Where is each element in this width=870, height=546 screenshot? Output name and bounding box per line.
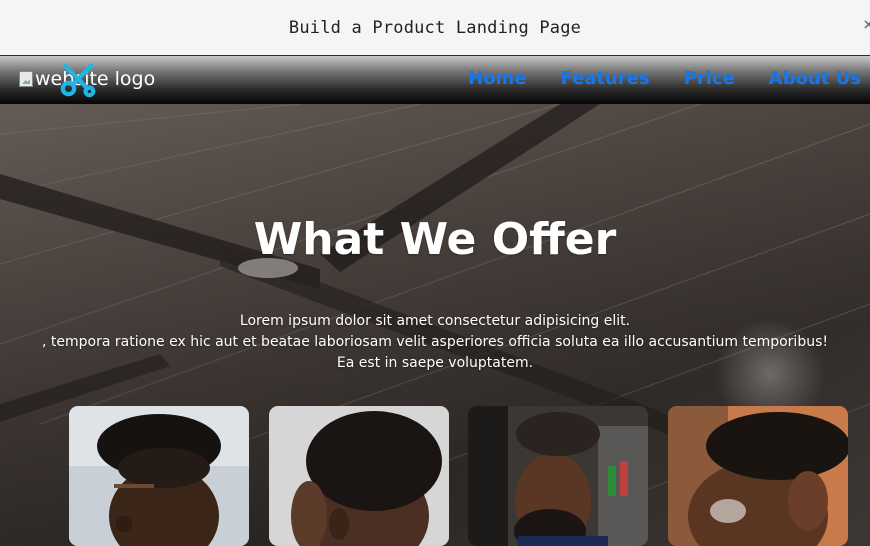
offer-cards [69,406,849,546]
hero-section: What We Offer Lorem ipsum dolor sit amet… [0,104,870,546]
nav-link-price[interactable]: Price [684,68,735,89]
scissors-icon [60,63,96,98]
nav-links: Home Features Price About Us [468,68,861,89]
haircut-photo-2[interactable] [269,406,449,546]
nav-link-home[interactable]: Home [468,68,526,89]
description-line-1: Lorem ipsum dolor sit amet consectetur a… [239,313,631,329]
close-icon[interactable]: × [863,14,870,35]
task-title: Build a Product Landing Page [288,17,582,38]
haircut-photo-1[interactable] [69,406,249,546]
nav-link-features[interactable]: Features [561,68,650,89]
nav-link-about-us[interactable]: About Us [769,68,861,89]
section-description: Lorem ipsum dolor sit amet consectetur a… [0,311,870,374]
navbar: website logo Home Features Price About U… [0,56,870,104]
section-title: What We Offer [253,214,617,265]
website-logo[interactable]: website logo [19,63,155,98]
task-header: Build a Product Landing Page × [0,0,870,56]
broken-image-icon [19,71,33,87]
haircut-photo-4[interactable] [668,406,848,546]
haircut-photo-3[interactable] [468,406,648,546]
description-line-3: Ea est in saepe voluptatem. [336,355,534,371]
description-line-2: , tempora ratione ex hic aut et beatae l… [42,334,828,350]
